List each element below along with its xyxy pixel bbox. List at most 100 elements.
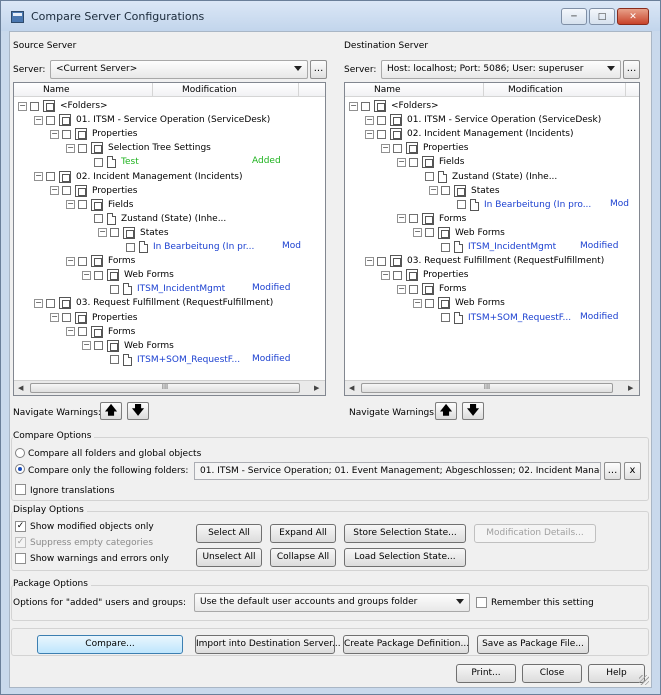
expand-toggle-icon[interactable]: − [381, 143, 390, 153]
tree-row[interactable]: − Web Forms [82, 339, 174, 353]
row-checkbox[interactable] [441, 313, 450, 322]
tree-row[interactable]: − <Folders> [349, 99, 439, 113]
save-package-file-button[interactable]: Save as Package File... [477, 635, 589, 654]
source-horizontal-scrollbar[interactable]: ◀ III ▶ [14, 380, 325, 395]
scroll-thumb[interactable]: III [361, 383, 613, 393]
remember-setting-checkbox[interactable] [476, 597, 487, 608]
expand-toggle-icon[interactable]: − [429, 186, 438, 196]
row-checkbox[interactable] [94, 157, 103, 167]
resize-grip[interactable] [639, 675, 649, 685]
print-button[interactable]: Print... [456, 664, 516, 683]
tree-row[interactable]: − 02. Incident Management (Incidents) [34, 170, 242, 184]
row-checkbox[interactable] [425, 172, 434, 181]
row-checkbox[interactable] [110, 355, 119, 365]
dest-col-modification[interactable]: Modification [508, 85, 563, 95]
row-checkbox[interactable] [110, 284, 119, 294]
tree-row[interactable]: − <Folders> [18, 99, 108, 113]
row-checkbox[interactable] [30, 101, 39, 111]
expand-toggle-icon[interactable]: − [66, 200, 75, 210]
source-server-browse-button[interactable]: ... [310, 60, 327, 79]
row-checkbox[interactable] [46, 115, 55, 125]
dest-warning-up-button[interactable]: 🡅 [435, 402, 457, 420]
tree-row[interactable]: − 03. Request Fulfillment (RequestFulfill… [34, 296, 273, 310]
dest-warning-down-button[interactable]: 🡇 [462, 402, 484, 420]
expand-toggle-icon[interactable]: − [50, 129, 59, 139]
show-warnings-label[interactable]: Show warnings and errors only [30, 554, 169, 564]
tree-row[interactable]: −Test [82, 155, 139, 169]
tree-row[interactable]: −ITSM_IncidentMgmt [98, 282, 225, 296]
row-checkbox[interactable] [393, 143, 402, 153]
expand-toggle-icon[interactable]: − [66, 327, 75, 337]
expand-toggle-icon[interactable]: − [66, 256, 75, 266]
expand-all-button[interactable]: Expand All [270, 524, 336, 543]
dest-tree[interactable]: Name Modification ◀ III ▶ − <Folders> − 01.… [344, 82, 640, 396]
expand-toggle-icon[interactable]: − [66, 143, 75, 153]
row-checkbox[interactable] [94, 270, 103, 280]
row-checkbox[interactable] [78, 256, 87, 266]
expand-toggle-icon[interactable]: − [381, 270, 390, 280]
source-col-modification[interactable]: Modification [182, 85, 237, 95]
tree-row[interactable]: − Forms [66, 325, 135, 339]
tree-row[interactable]: − Web Forms [82, 268, 174, 282]
ignore-translations-label[interactable]: Ignore translations [30, 486, 115, 496]
row-checkbox[interactable] [409, 214, 418, 224]
select-all-button[interactable]: Select All [196, 524, 262, 543]
row-checkbox[interactable] [425, 228, 434, 238]
expand-toggle-icon[interactable]: − [98, 228, 107, 238]
tree-row[interactable]: − Fields [66, 198, 133, 212]
expand-toggle-icon[interactable]: − [413, 298, 422, 308]
source-col-name[interactable]: Name [43, 85, 70, 95]
tree-row[interactable]: −Zustand (State) (Inhe... [82, 212, 226, 226]
tree-row[interactable]: −ITSM+SOM_RequestF... [98, 353, 240, 367]
row-checkbox[interactable] [393, 270, 402, 280]
folders-clear-button[interactable]: x [624, 462, 641, 480]
row-checkbox[interactable] [425, 298, 434, 308]
folders-browse-button[interactable]: ... [604, 462, 621, 480]
title-bar[interactable]: Compare Server Configurations ─ □ ✕ [1, 1, 660, 31]
close-window-button[interactable]: ✕ [617, 8, 649, 25]
row-checkbox[interactable] [377, 256, 386, 266]
source-warning-up-button[interactable]: 🡅 [100, 402, 122, 420]
row-checkbox[interactable] [62, 186, 71, 196]
scroll-left-icon[interactable]: ◀ [18, 384, 23, 392]
expand-toggle-icon[interactable]: − [50, 186, 59, 196]
compare-all-label[interactable]: Compare all folders and global objects [28, 449, 201, 459]
tree-row[interactable]: − 03. Request Fulfillment (RequestFulfill… [365, 254, 604, 268]
tree-row[interactable]: − Forms [66, 254, 135, 268]
tree-row[interactable]: − Properties [50, 127, 137, 141]
maximize-button[interactable]: □ [589, 8, 615, 25]
tree-row[interactable]: − Web Forms [413, 296, 505, 310]
expand-toggle-icon[interactable]: − [349, 101, 358, 111]
compare-only-label[interactable]: Compare only the following folders: [28, 466, 188, 476]
expand-toggle-icon[interactable]: − [397, 157, 406, 167]
compare-only-radio[interactable] [15, 464, 25, 474]
tree-row[interactable]: − States [429, 184, 500, 198]
expand-toggle-icon[interactable]: − [82, 341, 91, 351]
dest-col-name[interactable]: Name [374, 85, 401, 95]
scroll-right-icon[interactable]: ▶ [628, 384, 633, 392]
expand-toggle-icon[interactable]: − [34, 115, 43, 125]
ignore-translations-checkbox[interactable] [15, 484, 26, 495]
expand-toggle-icon[interactable]: − [18, 101, 27, 111]
expand-toggle-icon[interactable]: − [413, 228, 422, 238]
tree-row[interactable]: − Forms [397, 282, 466, 296]
show-warnings-checkbox[interactable] [15, 553, 26, 564]
scroll-right-icon[interactable]: ▶ [314, 384, 319, 392]
row-checkbox[interactable] [78, 143, 87, 153]
expand-toggle-icon[interactable]: − [34, 172, 43, 181]
row-checkbox[interactable] [46, 298, 55, 308]
row-checkbox[interactable] [78, 200, 87, 210]
row-checkbox[interactable] [377, 129, 386, 139]
dest-server-browse-button[interactable]: ... [623, 60, 640, 79]
row-checkbox[interactable] [377, 115, 386, 125]
store-selection-state-button[interactable]: Store Selection State... [344, 524, 466, 543]
row-checkbox[interactable] [62, 313, 71, 322]
dest-server-select[interactable]: Host: localhost; Port: 5086; User: super… [381, 60, 621, 79]
tree-row[interactable]: − Forms [397, 212, 466, 226]
row-checkbox[interactable] [457, 200, 466, 210]
expand-toggle-icon[interactable]: − [397, 284, 406, 294]
tree-row[interactable]: − Properties [381, 141, 468, 155]
tree-row[interactable]: − Selection Tree Settings [66, 141, 211, 155]
create-package-definition-button[interactable]: Create Package Definition... [343, 635, 469, 654]
row-checkbox[interactable] [409, 284, 418, 294]
